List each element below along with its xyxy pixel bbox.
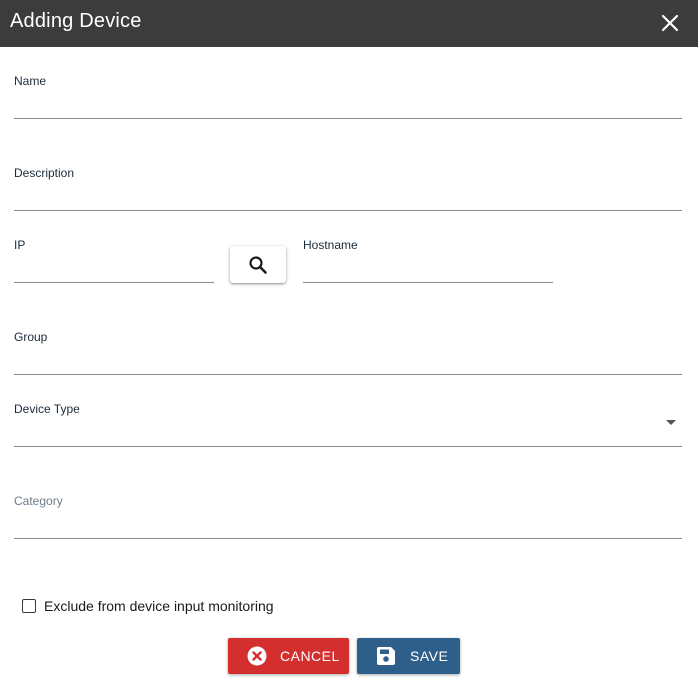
category-label: Category [14,494,63,508]
device-type-underline [14,446,682,447]
hostname-input[interactable] [303,256,553,282]
close-icon[interactable] [660,13,680,33]
description-label: Description [14,166,75,180]
description-field: Description [14,166,682,211]
description-underline [14,210,682,211]
device-type-label: Device Type [14,402,80,416]
search-icon [249,256,267,274]
ip-label: IP [14,238,26,252]
floppy-disk-icon [377,647,395,665]
exclude-monitoring-label[interactable]: Exclude from device input monitoring [44,598,274,615]
name-label: Name [14,74,47,88]
cancel-button-label: CANCEL [280,648,340,664]
category-input[interactable] [14,512,682,538]
cancel-circle-icon [247,646,267,666]
ip-underline [14,282,214,283]
exclude-monitoring-checkbox[interactable] [22,599,36,613]
chevron-down-icon[interactable] [666,420,676,425]
name-underline [14,118,682,119]
save-button-label: SAVE [410,648,449,664]
ip-search-button[interactable] [230,246,286,283]
name-field: Name [14,74,682,119]
dialog-title: Adding Device [10,10,142,32]
description-input[interactable] [14,184,682,210]
hostname-underline [303,282,553,283]
device-type-field[interactable]: Device Type [14,402,682,447]
dialog-titlebar: Adding Device [0,0,698,47]
name-input[interactable] [14,92,682,118]
ip-input[interactable] [14,256,214,282]
category-field: Category [14,494,682,539]
group-input[interactable] [14,348,682,374]
group-label: Group [14,330,48,344]
group-underline [14,374,682,375]
group-field: Group [14,330,682,375]
cancel-button[interactable]: CANCEL [228,638,349,674]
save-button[interactable]: SAVE [357,638,460,674]
ip-field: IP [14,238,214,283]
device-type-select[interactable] [14,420,682,446]
category-underline [14,538,682,539]
hostname-field: Hostname [303,238,553,283]
hostname-label: Hostname [303,238,358,252]
